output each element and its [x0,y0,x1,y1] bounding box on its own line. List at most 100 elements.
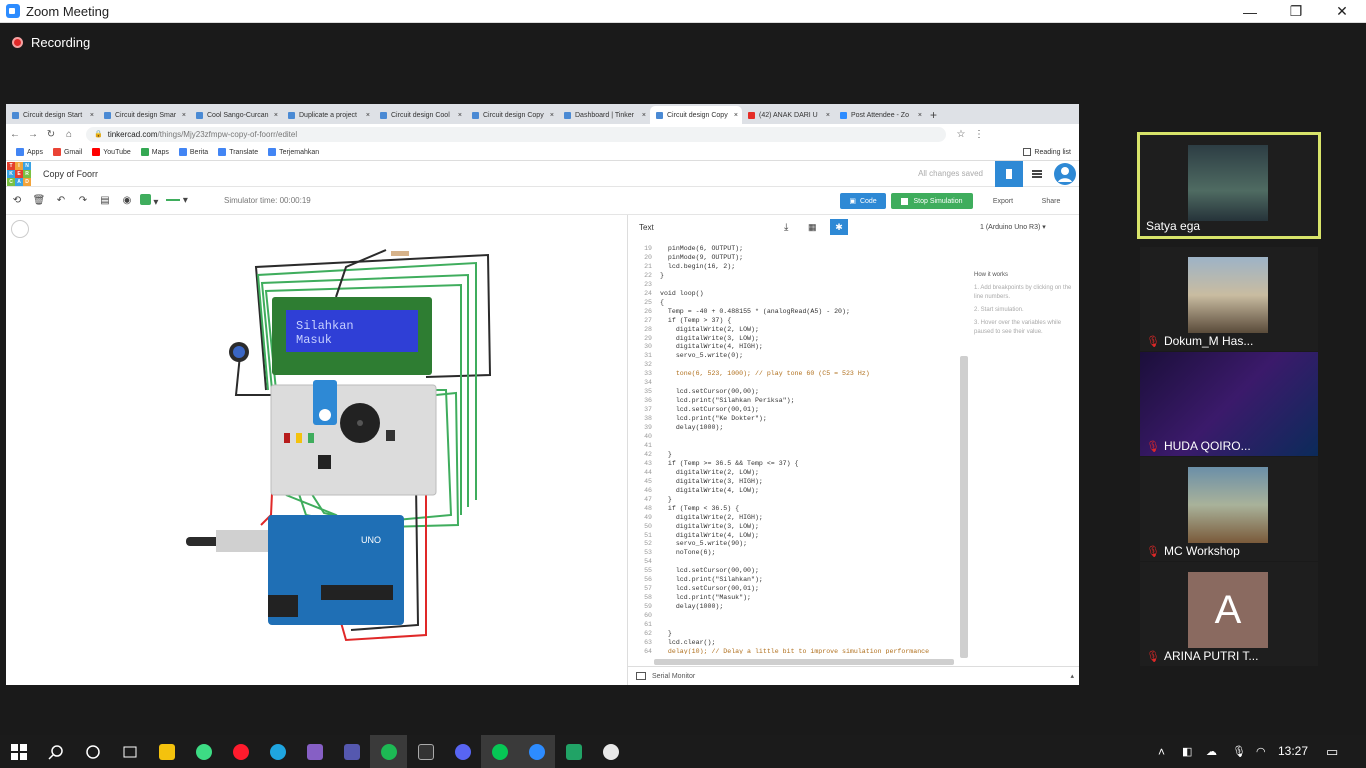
user-avatar-icon[interactable] [1051,161,1079,187]
code-line[interactable]: 25 { [636,299,960,308]
line-number[interactable]: 38 [636,415,652,424]
code-line[interactable]: 24 void loop() [636,290,960,299]
code-line[interactable]: 45 digitalWrite(3, HIGH); [636,478,960,487]
line-number[interactable]: 59 [636,603,652,612]
temperature-sensor[interactable] [318,455,331,469]
library-icon[interactable]: ▦ [808,222,817,233]
line-number[interactable]: 63 [636,639,652,648]
browser-tab[interactable]: Circuit design Cool × [374,106,466,124]
line-number[interactable]: 36 [636,397,652,406]
restore-button[interactable]: ❐ [1273,0,1319,23]
line-number[interactable]: 33 [636,370,652,379]
extension-icon[interactable]: ⋮ [970,129,988,140]
notifications-icon[interactable]: ▭ [1326,744,1338,760]
clock[interactable]: 13:27 [1278,744,1308,758]
board-select[interactable]: 1 (Arduino Uno R3) ▾ [980,223,1046,231]
browser-tab-active[interactable]: Circuit design Copy × [650,106,742,124]
undo-icon[interactable]: ↶ [50,195,72,206]
serial-monitor-bar[interactable]: Serial Monitor ▴ [628,666,1079,685]
tab-close-icon[interactable]: × [366,112,370,119]
opera-icon[interactable] [222,735,259,768]
tab-close-icon[interactable]: × [458,112,462,119]
code-line[interactable]: 51 digitalWrite(4, LOW); [636,532,960,541]
line-number[interactable]: 32 [636,361,652,370]
code-line[interactable]: 34 [636,379,960,388]
line-number[interactable]: 44 [636,469,652,478]
browser-tab[interactable]: Circuit design Smar × [98,106,190,124]
line-number[interactable]: 31 [636,352,652,361]
task-view-icon[interactable] [111,735,148,768]
code-line[interactable]: 59 delay(1000); [636,603,960,612]
terminal-icon[interactable] [407,735,444,768]
line-number[interactable]: 54 [636,558,652,567]
browser-tab[interactable]: Cool Sango-Curcan × [190,106,282,124]
code-line[interactable]: 22} [636,272,960,281]
browser-tab[interactable]: Dashboard | Tinker × [558,106,650,124]
line-number[interactable]: 22 [636,272,652,281]
line-number[interactable]: 29 [636,335,652,344]
line-number[interactable]: 53 [636,549,652,558]
code-line[interactable]: 23 [636,281,960,290]
start-icon[interactable] [0,735,37,768]
line-number[interactable]: 42 [636,451,652,460]
bookmark-star-icon[interactable]: ☆ [952,129,970,140]
code-mode-select[interactable]: Text [639,223,654,232]
bookmark-youtube[interactable]: YouTube [92,148,131,156]
led-red[interactable] [284,433,290,443]
line-number[interactable]: 48 [636,505,652,514]
zoom-app-icon[interactable] [518,735,555,768]
led-yellow[interactable] [296,433,302,443]
file-explorer-icon[interactable] [148,735,185,768]
line-number[interactable]: 23 [636,281,652,290]
line-number[interactable]: 21 [636,263,652,272]
browser-tab[interactable]: Post Attendee - Zo × [834,106,926,124]
code-line[interactable]: 40 [636,433,960,442]
tab-close-icon[interactable]: × [826,112,830,119]
browser-tab[interactable]: Duplicate a project × [282,106,374,124]
app-icon[interactable] [555,735,592,768]
notes-icon[interactable]: ▤ [94,195,116,206]
code-line[interactable]: 63 lcd.clear(); [636,639,960,648]
line-number[interactable]: 35 [636,388,652,397]
code-line[interactable]: 29 digitalWrite(3, LOW); [636,335,960,344]
android-studio-icon[interactable] [185,735,222,768]
transistor[interactable] [386,430,395,441]
back-icon[interactable]: ← [6,129,24,140]
cortana-icon[interactable] [74,735,111,768]
bookmark-maps[interactable]: Maps [140,148,169,156]
code-line[interactable]: 43 if (Temp >= 36.5 && Temp <= 37) { [636,460,960,469]
wifi-icon[interactable]: ◠ [1256,745,1266,758]
visual-studio-icon[interactable] [296,735,333,768]
edge-icon[interactable] [259,735,296,768]
participant-tile[interactable]: Satya ega [1137,132,1321,239]
code-line[interactable]: 55 lcd.setCursor(00,00); [636,567,960,576]
browser-tab[interactable]: Circuit design Start × [6,106,98,124]
line-number[interactable]: 60 [636,612,652,621]
line-number[interactable]: 61 [636,621,652,630]
delete-icon[interactable]: 🗑 [28,195,50,206]
tab-close-icon[interactable]: × [642,112,646,119]
code-line[interactable]: 53 noTone(6); [636,549,960,558]
bookmark-berita[interactable]: Berita [178,148,208,156]
line-number[interactable]: 40 [636,433,652,442]
project-name[interactable]: Copy of Foorr [43,169,98,179]
code-line[interactable]: 60 [636,612,960,621]
code-button[interactable]: ▣ Code [840,193,886,209]
participant-tile[interactable]: 🎙 Dokum_M Has... [1140,247,1318,351]
participant-tile[interactable]: 🎙 MC Workshop [1140,457,1318,561]
circuit-view-icon[interactable] [995,161,1023,187]
tinkercad-logo[interactable]: T I N K E R C A D [7,161,31,186]
code-line[interactable]: 28 digitalWrite(2, LOW); [636,326,960,335]
tab-close-icon[interactable]: × [274,112,278,119]
forward-icon[interactable]: → [24,129,42,140]
line-number[interactable]: 52 [636,540,652,549]
microphone-icon[interactable]: 🎙 [1232,745,1246,758]
tab-close-icon[interactable]: × [734,112,738,119]
code-line[interactable]: 36 lcd.print("Silahkan Periksa"); [636,397,960,406]
code-line[interactable]: 27 if (Temp > 37) { [636,317,960,326]
code-line[interactable]: 58 lcd.print("Masuk"); [636,594,960,603]
line-number[interactable]: 57 [636,585,652,594]
app-icon[interactable] [592,735,629,768]
code-line[interactable]: 46 digitalWrite(4, LOW); [636,487,960,496]
bookmark-apps[interactable]: Apps [16,148,43,156]
